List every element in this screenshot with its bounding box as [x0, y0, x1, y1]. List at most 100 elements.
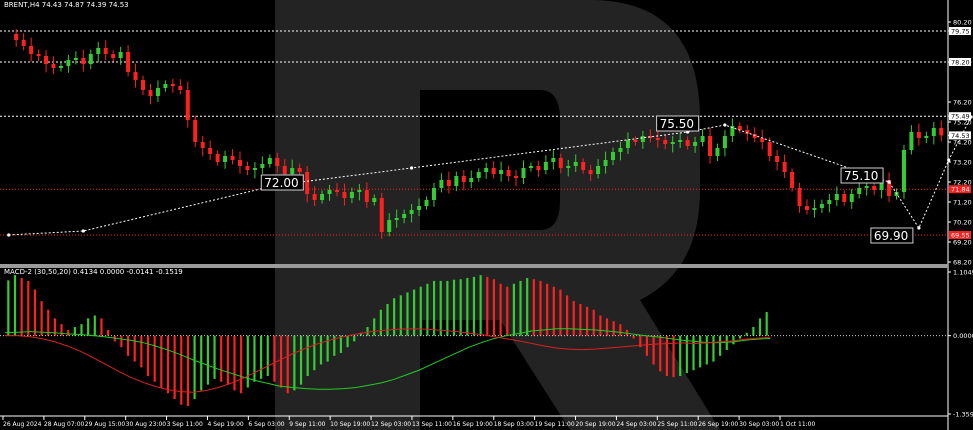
candle-body [193, 120, 198, 142]
candle-body [603, 160, 608, 166]
candle-body [424, 200, 429, 206]
candle-body [36, 54, 41, 56]
y-tick-label: 71.20 [953, 199, 972, 207]
candle-body [596, 166, 601, 174]
chart-window: BRENT,H4 74.43 74.87 74.39 74.53 MACD-2 … [0, 0, 973, 430]
candle-body [752, 134, 757, 138]
candle-body [29, 46, 34, 54]
candle-body [566, 166, 571, 168]
y-tick-label: 70.20 [953, 219, 972, 227]
candle-body [439, 180, 444, 188]
candle-body [223, 156, 228, 162]
candle-body [170, 84, 175, 86]
candle-body [700, 136, 705, 142]
candle-body [678, 140, 683, 142]
candle-body [73, 58, 78, 60]
price-chart[interactable]: 72.0075.5075.1069.9078.2080.2079.7578.20… [0, 0, 973, 430]
y-tick-label: 68.20 [953, 259, 972, 267]
projection-node [81, 229, 85, 233]
candle-body [581, 162, 586, 170]
x-tick-label: 3 Sep 11:00 [167, 421, 203, 428]
x-tick-label: 13 Sep 11:00 [412, 421, 452, 428]
x-tick-label: 29 Aug 15:00 [85, 421, 126, 428]
x-tick-label: 19 Sep 11:00 [535, 421, 575, 428]
macd-y-tick-label: 1.1049 [953, 269, 973, 277]
candle-body [103, 48, 108, 54]
candle-body [790, 172, 795, 188]
candle-body [111, 54, 116, 58]
candle-body [834, 194, 839, 200]
price-tag-label: 71.84 [951, 186, 970, 194]
candle-body [528, 166, 533, 168]
candle-body [931, 128, 936, 136]
candle-body [901, 150, 906, 192]
candle-body [827, 200, 832, 204]
candle-body [543, 162, 548, 170]
price-tag-label: 78.20 [951, 59, 970, 67]
x-tick-label: 1 Oct 11:00 [780, 421, 815, 428]
candle-body [924, 136, 929, 138]
pane-separator [0, 264, 948, 268]
candle-body [320, 194, 325, 200]
candle-body [118, 52, 123, 58]
projection-node [7, 233, 11, 237]
candle-body [245, 166, 250, 170]
candle-body [469, 178, 474, 182]
x-tick-label: 28 Aug 07:00 [44, 421, 85, 428]
candle-body [200, 142, 205, 148]
macd-y-tick-label: 0.0000 [953, 332, 973, 340]
candle-body [417, 206, 422, 210]
candle-body [275, 158, 280, 166]
candle-body [663, 140, 668, 144]
y-tick-label: 69.20 [953, 239, 972, 247]
candle-body [148, 90, 153, 96]
candle-body [745, 130, 750, 134]
candle-body [939, 128, 944, 136]
candle-body [185, 90, 190, 120]
candle-body [208, 148, 213, 154]
candle-body [305, 172, 310, 194]
candle-body [96, 48, 101, 54]
candle-body [655, 138, 660, 140]
candle-body [842, 194, 847, 202]
candle-body [640, 136, 645, 142]
candle-body [141, 80, 146, 90]
candle-body [58, 66, 63, 68]
x-tick-label: 12 Sep 03:00 [371, 421, 411, 428]
candle-body [357, 190, 362, 192]
candle-body [916, 132, 921, 138]
candle-body [804, 206, 809, 210]
candle-body [611, 152, 616, 160]
candle-body [685, 140, 690, 146]
candle-body [81, 58, 86, 64]
candle-body [163, 84, 168, 88]
candle-body [708, 136, 712, 156]
candle-body [588, 170, 593, 174]
candle-body [252, 168, 257, 170]
candle-body [573, 162, 578, 166]
candle-body [394, 218, 399, 220]
candle-body [514, 176, 519, 178]
candle-body [767, 142, 772, 156]
annotation-label: 75.10 [844, 169, 878, 183]
candle-body [290, 168, 295, 174]
price-tag-label: 69.55 [951, 232, 970, 240]
candle-body [797, 188, 802, 206]
x-tick-label: 20 Sep 19:00 [576, 421, 616, 428]
candle-body [312, 194, 317, 200]
candle-body [454, 176, 459, 186]
candle-body [342, 192, 347, 198]
candle-body [297, 168, 302, 172]
candle-body [775, 156, 780, 162]
candle-body [349, 192, 354, 198]
projection-node [723, 123, 727, 127]
candle-body [536, 166, 541, 170]
candle-body [693, 142, 698, 146]
projection-node [917, 226, 921, 230]
annotation-label: 75.50 [660, 117, 694, 131]
projection-node [409, 166, 414, 170]
projection-node [947, 158, 951, 162]
candle-body [372, 198, 377, 202]
candle-body [491, 168, 496, 174]
x-tick-label: 26 Sep 19:00 [698, 421, 738, 428]
